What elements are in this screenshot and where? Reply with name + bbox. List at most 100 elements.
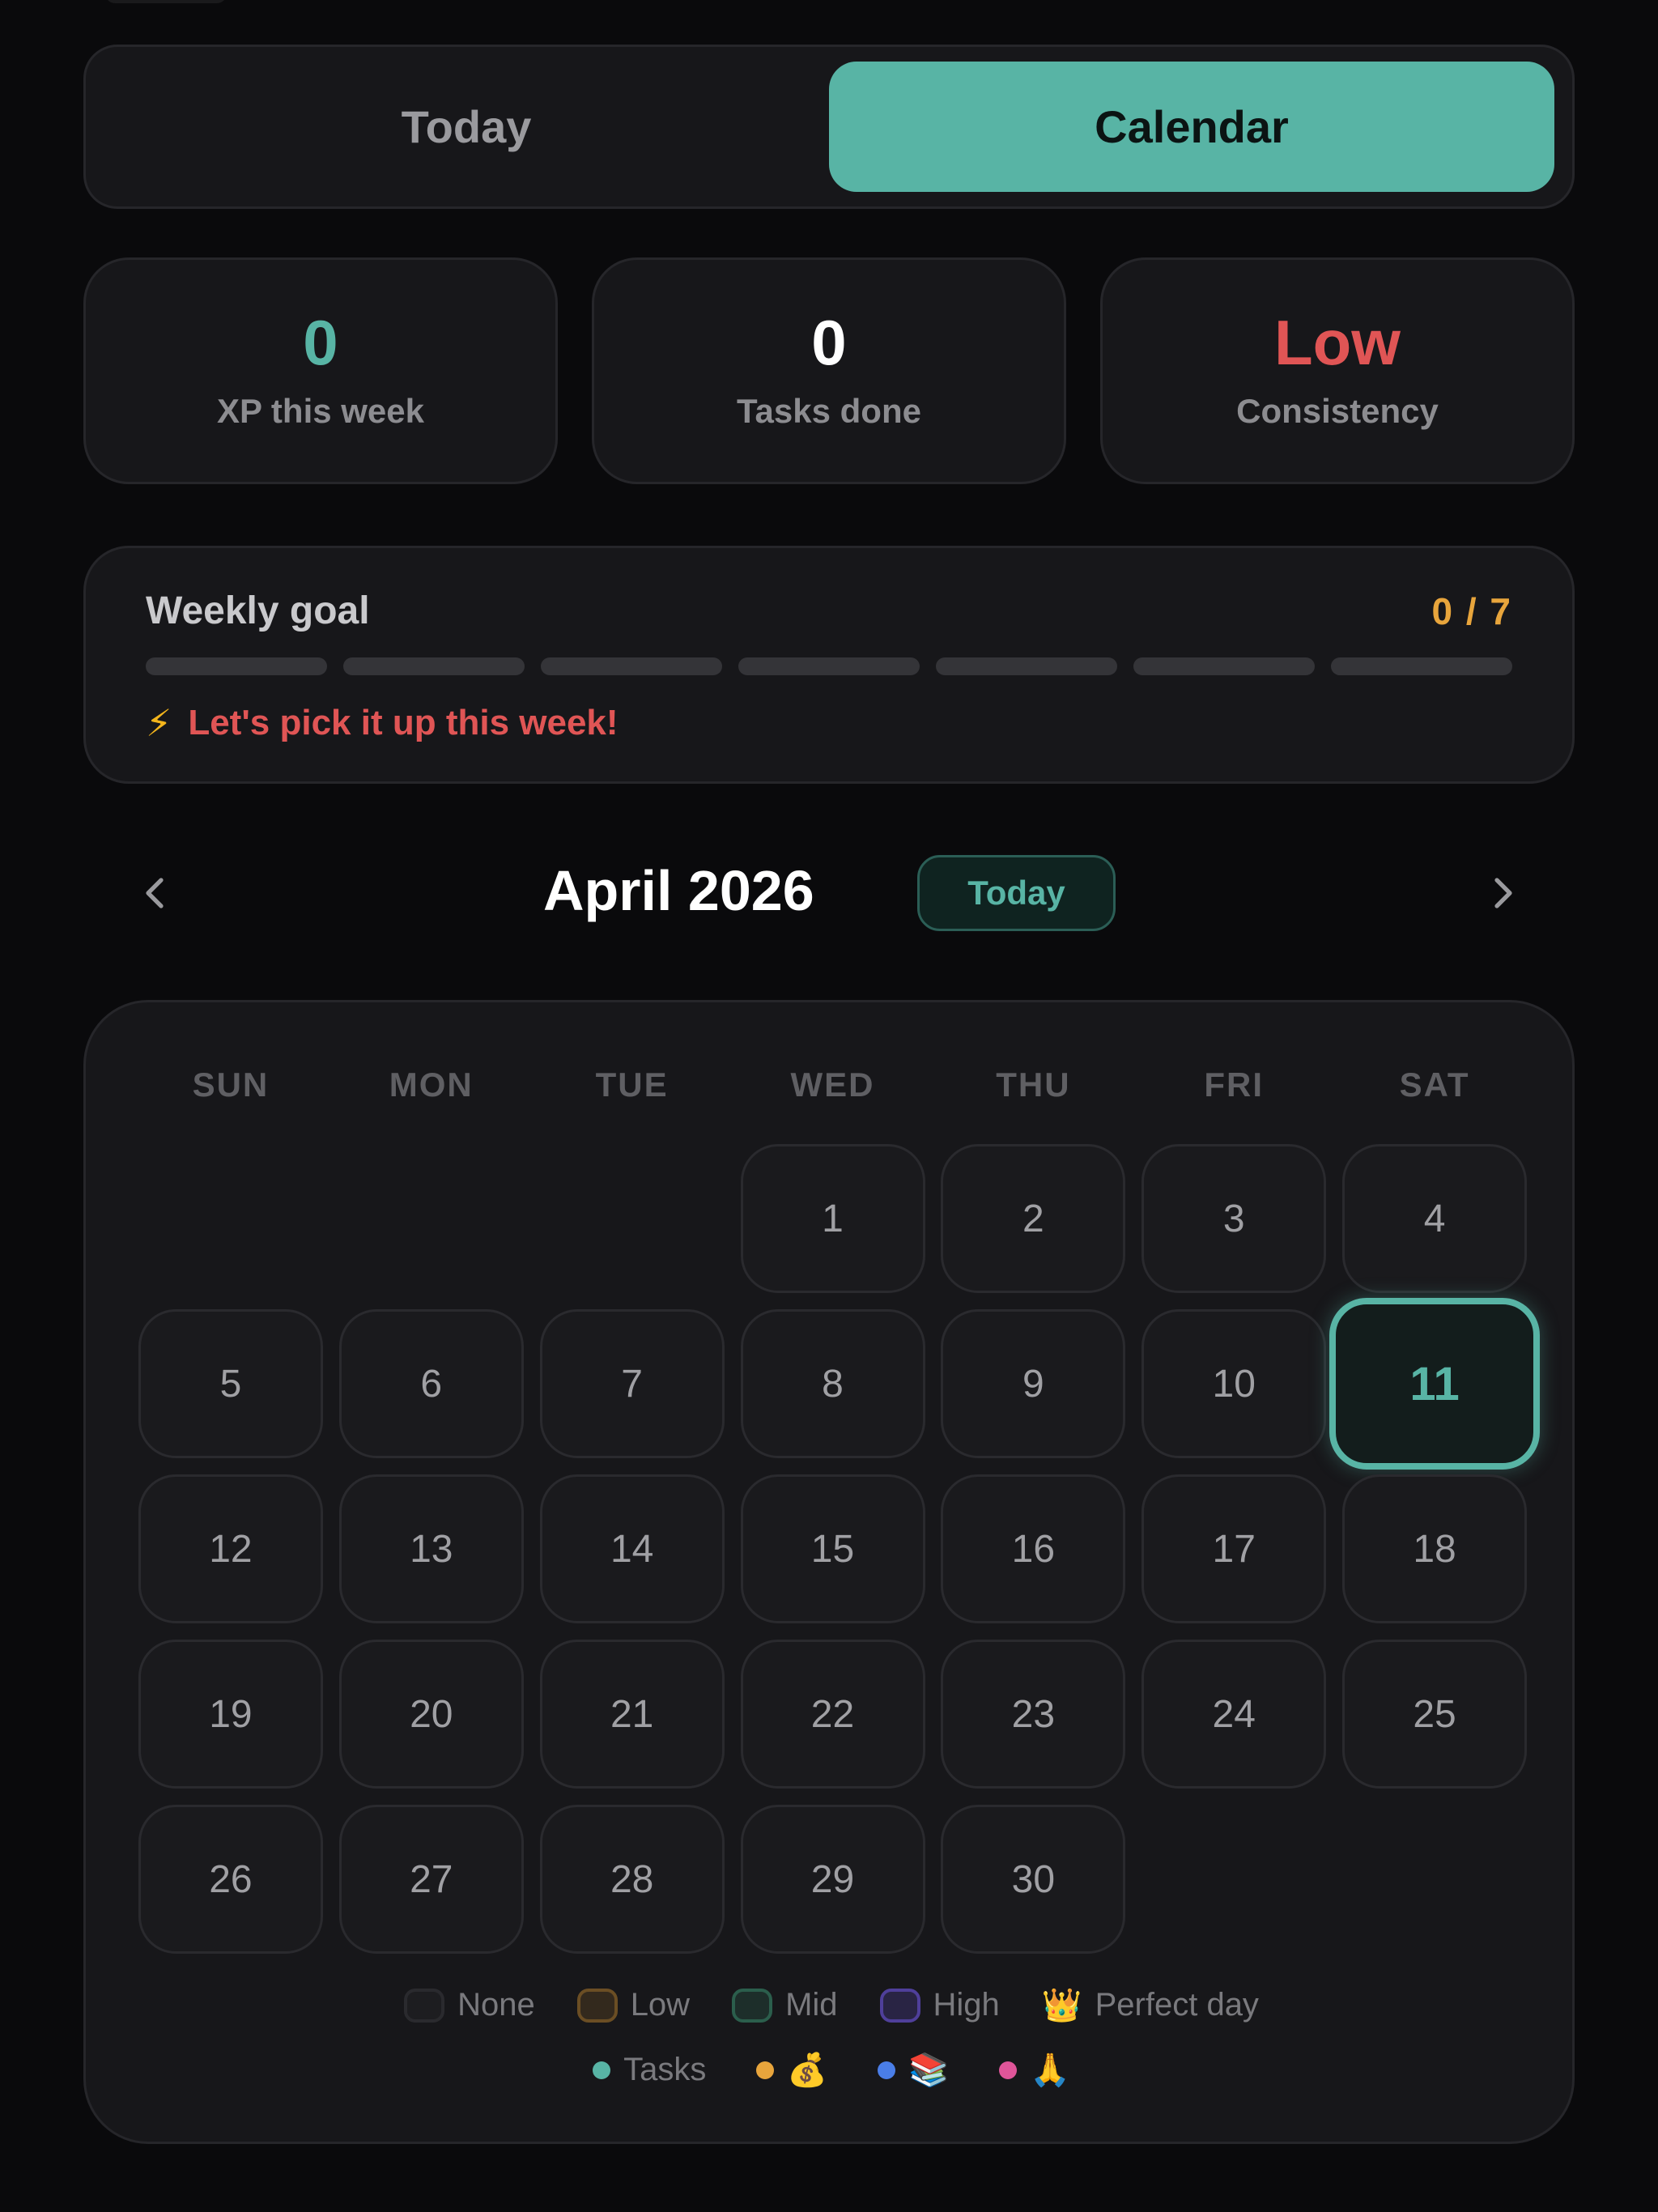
- weekday-label: THU: [996, 1066, 1071, 1104]
- legend-item: High: [879, 1987, 1000, 2023]
- status-notch: [105, 0, 227, 3]
- legend-levels: None Low Mid High 👑 Perfect day: [86, 1986, 1577, 2024]
- calendar-day[interactable]: 12: [138, 1474, 323, 1623]
- legend-swatch: [879, 1988, 920, 2023]
- weekday-header: SUN MON TUE WED THU FRI SAT: [130, 1066, 1535, 1104]
- legend-label: Perfect day: [1095, 1987, 1259, 2023]
- weekday-label: MON: [389, 1066, 474, 1104]
- tab-today[interactable]: Today: [104, 62, 829, 192]
- stat-card-tasks: 0 Tasks done: [592, 257, 1066, 484]
- consistency-value: Low: [1274, 307, 1401, 378]
- view-switcher: Today Calendar: [83, 45, 1575, 209]
- legend-category: 💰: [756, 2051, 827, 2089]
- calendar-day[interactable]: 29: [740, 1805, 925, 1954]
- calendar-day[interactable]: 15: [740, 1474, 925, 1623]
- legend-item: Low: [576, 1987, 691, 2023]
- calendar-day[interactable]: 27: [338, 1805, 524, 1954]
- calendar-day[interactable]: 3: [1141, 1144, 1327, 1293]
- legend-dot: [593, 2061, 611, 2079]
- legend-label: Mid: [785, 1987, 838, 2023]
- legend-swatch: [404, 1988, 445, 2023]
- calendar-day-today[interactable]: 11: [1329, 1298, 1541, 1470]
- calendar-day[interactable]: 1: [740, 1144, 925, 1293]
- calendar-day[interactable]: 10: [1141, 1309, 1327, 1458]
- goal-segment: [541, 657, 722, 675]
- calendar-day[interactable]: 17: [1141, 1474, 1327, 1623]
- lightning-icon: ⚡: [146, 702, 172, 744]
- xp-label: XP this week: [216, 392, 425, 430]
- calendar-day[interactable]: 24: [1141, 1640, 1327, 1789]
- legend-categories: Tasks 💰 📚 🙏: [86, 2051, 1577, 2089]
- legend-label: None: [457, 1987, 535, 2023]
- legend-label: High: [933, 1987, 1000, 2023]
- goal-segment: [343, 657, 525, 675]
- goal-progress-bar: [146, 657, 1512, 675]
- legend-swatch: [576, 1988, 618, 2023]
- calendar-day[interactable]: 20: [338, 1640, 524, 1789]
- weekday-label: TUE: [595, 1066, 669, 1104]
- money-bag-icon: 💰: [787, 2052, 828, 2088]
- legend-category: 🙏: [999, 2051, 1070, 2089]
- stats-row: 0 XP this week 0 Tasks done Low Consiste…: [83, 257, 1575, 484]
- today-button[interactable]: Today: [917, 855, 1116, 931]
- praying-hands-icon: 🙏: [1030, 2052, 1070, 2088]
- tab-calendar[interactable]: Calendar: [829, 62, 1554, 192]
- calendar-day[interactable]: 9: [941, 1309, 1126, 1458]
- goal-segment: [146, 657, 327, 675]
- goal-segment: [1331, 657, 1512, 675]
- calendar-day[interactable]: 19: [138, 1640, 323, 1789]
- books-icon: 📚: [908, 2052, 950, 2088]
- legend-label: Tasks: [623, 2052, 707, 2087]
- calendar-day[interactable]: 4: [1342, 1144, 1528, 1293]
- goal-segment: [738, 657, 920, 675]
- tasks-label: Tasks done: [737, 392, 921, 430]
- legend-category: 📚: [878, 2051, 949, 2089]
- stat-card-consistency: Low Consistency: [1100, 257, 1575, 484]
- legend-swatch: [732, 1988, 773, 2023]
- calendar-day[interactable]: 26: [138, 1805, 323, 1954]
- goal-header: Weekly goal 0 / 7: [146, 589, 1512, 633]
- calendar-day[interactable]: 6: [338, 1309, 524, 1458]
- goal-title: Weekly goal: [146, 589, 370, 632]
- calendar-day[interactable]: 21: [539, 1640, 725, 1789]
- calendar-day[interactable]: 7: [539, 1309, 725, 1458]
- legend-dot: [878, 2061, 896, 2079]
- app-root: Today Calendar 0 XP this week 0 Tasks do…: [0, 0, 1658, 2212]
- calendar-day[interactable]: 23: [941, 1640, 1126, 1789]
- goal-message: ⚡ Let's pick it up this week!: [146, 701, 1512, 745]
- chevron-right-icon[interactable]: [1473, 865, 1530, 921]
- weekly-goal-card: Weekly goal 0 / 7 ⚡ Let's pick it up thi…: [83, 546, 1575, 784]
- legend-label: Low: [630, 1987, 691, 2023]
- goal-segment: [936, 657, 1117, 675]
- chevron-left-icon[interactable]: [128, 865, 185, 921]
- goal-message-text: Let's pick it up this week!: [188, 703, 619, 742]
- tasks-value: 0: [811, 307, 847, 378]
- calendar-day[interactable]: 18: [1342, 1474, 1528, 1623]
- legend-item: 👑 Perfect day: [1042, 1986, 1259, 2024]
- calendar-day[interactable]: 25: [1342, 1640, 1528, 1789]
- calendar-day[interactable]: 8: [740, 1309, 925, 1458]
- weekday-label: WED: [790, 1066, 875, 1104]
- legend-dot: [756, 2061, 775, 2079]
- weekday-label: FRI: [1204, 1066, 1265, 1104]
- calendar-day[interactable]: 14: [539, 1474, 725, 1623]
- legend-item: Mid: [732, 1987, 838, 2023]
- legend-item: None: [404, 1987, 535, 2023]
- calendar-day[interactable]: 22: [740, 1640, 925, 1789]
- legend-dot: [999, 2061, 1018, 2079]
- month-title: April 2026: [543, 859, 814, 922]
- calendar-day[interactable]: 5: [138, 1309, 323, 1458]
- xp-value: 0: [303, 307, 338, 378]
- calendar-day[interactable]: 13: [338, 1474, 524, 1623]
- calendar-day[interactable]: 30: [941, 1805, 1126, 1954]
- calendar-day[interactable]: 16: [941, 1474, 1126, 1623]
- goal-count: 0 / 7: [1431, 589, 1512, 632]
- crown-icon: 👑: [1041, 1988, 1082, 2023]
- stat-card-xp: 0 XP this week: [83, 257, 558, 484]
- month-navigation: April 2026 Today: [83, 850, 1575, 934]
- goal-segment: [1133, 657, 1315, 675]
- calendar-day[interactable]: 28: [539, 1805, 725, 1954]
- calendar-day[interactable]: 2: [941, 1144, 1126, 1293]
- weekday-label: SUN: [192, 1066, 270, 1104]
- calendar-card: SUN MON TUE WED THU FRI SAT 1 2 3 4 5 6 7 8 9 10 11 12 13 1…: [83, 1000, 1575, 2144]
